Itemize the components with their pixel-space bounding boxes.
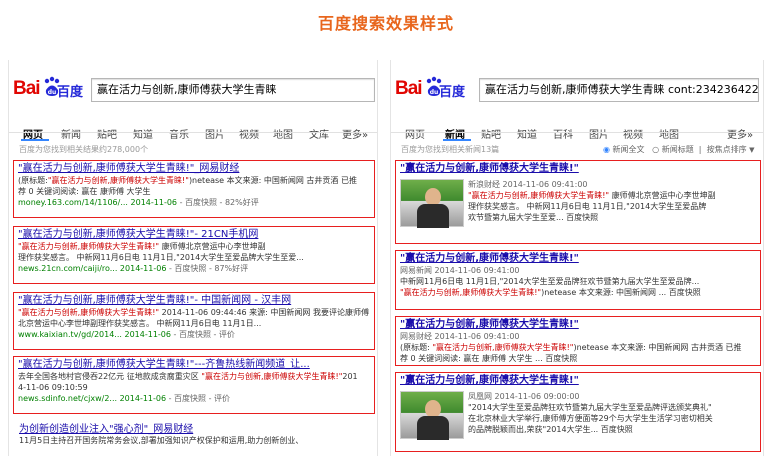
result-abstract-line: 理作获奖感言。 中新网11月6日电 11月1日,"2014大学生至爱品牌 xyxy=(468,202,707,211)
result-title[interactable]: "赢在活力与创新,康师傅获大学生青睐!" xyxy=(400,319,756,331)
news-thumbnail[interactable] xyxy=(400,179,464,228)
baidu-logo[interactable]: Bai du 百度 xyxy=(13,76,91,102)
result-abstract-line: 在北京林业大学举行,康师傅方便面等29个与大学生生活学习密切相关 xyxy=(468,414,713,423)
result-abstract: "2014大学生至爱品牌狂欢节暨第九届大学生至爱品牌评选颁奖典礼" xyxy=(468,403,712,412)
result-abstract: 去年全国各地村官侵吞22亿元 征地款成贪腐重灾区 "赢在活力与创新,康师傅获大学… xyxy=(18,372,358,381)
tab-tieba[interactable]: 贴吧 xyxy=(481,126,501,141)
radio-title-icon[interactable]: ○ xyxy=(652,145,659,154)
search-input[interactable]: 赢在活力与创新,康师傅获大学生青睐 xyxy=(91,78,375,102)
tab-video[interactable]: 视频 xyxy=(623,126,643,141)
tab-tieba[interactable]: 贴吧 xyxy=(97,126,117,141)
radio-full-icon[interactable]: ◉ xyxy=(603,145,610,154)
result-abstract-line: 北京营运中心李世坤副理作获奖感言。 中新网11月6日电 11月1日... xyxy=(18,319,262,328)
news-search-panel: Bai du 百度 赢在活力与创新,康师傅获大学生青睐 cont:2342364… xyxy=(390,60,764,456)
result-abstract-line: "赢在活力与创新,康师傅获大学生青睐!")netease 本文来源: 中国新闻网… xyxy=(400,288,701,297)
news-result-card: "赢在活力与创新,康师傅获大学生青睐!" 网易财经 2014-11-06 09:… xyxy=(395,316,761,366)
result-title[interactable]: "赢在活力与创新,康师傅获大学生青睐!" xyxy=(400,253,756,265)
result-abstract: (原标题: "赢在活力与创新,康师傅获大学生青睐!")netease 本文来源:… xyxy=(400,343,742,352)
tab-images[interactable]: 图片 xyxy=(589,126,609,141)
tab-video[interactable]: 视频 xyxy=(239,126,259,141)
result-abstract-line: 荐 0 关键词阅读: 赢在 康师傅 大学生 ... 百度快照 xyxy=(400,354,578,363)
result-count: 百度为您找到相关结果约278,000个 xyxy=(19,145,149,154)
result-card: "赢在活力与创新,康师傅获大学生青睐!"- 中国新闻网 - 汉丰网 "赢在活力与… xyxy=(13,292,375,350)
logo-text-baidu: 百度 xyxy=(57,84,84,99)
result-url[interactable]: news.sdinfo.net/cjxw/2... 2014-11-06 - 百… xyxy=(18,393,370,404)
search-header: Bai du 百度 赢在活力与创新,康师傅获大学生青睐 xyxy=(9,60,377,122)
result-abstract: "赢在活力与创新,康师傅获大学生青睐!" 康师傅北京营运中心李世坤副 xyxy=(18,242,266,251)
tab-images[interactable]: 图片 xyxy=(205,126,225,141)
tab-more[interactable]: 更多» xyxy=(727,126,753,141)
result-source: 新浪财经 2014-11-06 09:41:00 xyxy=(468,180,588,189)
result-abstract: 11月5日主持召开国务院常务会议,部署加强知识产权保护和运用,助力创新创业、 xyxy=(19,436,304,445)
tab-divider xyxy=(391,132,763,133)
result-source: 网易财经 2014-11-06 09:41:00 xyxy=(400,332,520,341)
result-abstract: "赢在活力与创新,康师傅获大学生青睐!" 康师傅北京营运中心李世坤副 xyxy=(468,191,716,200)
result-title[interactable]: 为创新创造创业注入"强心剂"_网易财经 xyxy=(19,420,375,435)
result-url[interactable]: news.21cn.com/caiji/ro... 2014-11-06 - 百… xyxy=(18,263,370,274)
result-abstract-line: 荐 0 关键词阅读: 赢在 康师傅 大学生 xyxy=(18,187,151,196)
tab-music[interactable]: 音乐 xyxy=(169,126,189,141)
logo-text-baidu: 百度 xyxy=(439,84,466,99)
result-url[interactable]: www.kaixian.tv/gd/2014... 2014-11-06 - 百… xyxy=(18,329,370,340)
tab-map[interactable]: 地图 xyxy=(273,126,293,141)
news-thumbnail[interactable] xyxy=(400,391,464,440)
result-card: "赢在活力与创新,康师傅获大学生青睐!"- 21CN手机网 "赢在活力与创新,康… xyxy=(13,226,375,284)
result-title[interactable]: "赢在活力与创新,康师傅获大学生青睐!"---齐鲁热线新闻频道_让... xyxy=(18,359,370,371)
canvas: 百度搜索效果样式 Bai du 百度 赢在活力与创新,康师傅获大学生青睐 网页 … xyxy=(0,0,772,456)
svg-text:du: du xyxy=(48,89,57,96)
result-abstract: (原标题:"赢在活力与创新,康师傅获大学生青睐!")netease 本文来源: … xyxy=(18,176,357,185)
option-full-text[interactable]: 新闻全文 xyxy=(613,145,645,154)
search-header: Bai du 百度 赢在活力与创新,康师傅获大学生青睐 cont:2342364… xyxy=(391,60,763,122)
result-abstract-line: 理作获奖感言。 中新网11月6日电 11月1日,"2014大学生至爱品牌大学生至… xyxy=(18,253,304,262)
result-card: "赢在活力与创新,康师傅获大学生青睐!"---齐鲁热线新闻频道_让... 去年全… xyxy=(13,356,375,414)
result-abstract-line: 欢节暨第九届大学生至爱... 百度快照 xyxy=(468,213,599,222)
active-tab-indicator xyxy=(21,139,49,141)
result-title[interactable]: "赢在活力与创新,康师傅获大学生青睐!" xyxy=(400,163,579,175)
result-count: 百度为您找到相关新闻13篇 xyxy=(401,145,500,154)
logo-text-bai: Bai xyxy=(13,78,41,99)
result-title[interactable]: "赢在活力与创新,康师傅获大学生青睐!"_网易财经 xyxy=(18,163,370,175)
result-title[interactable]: "赢在活力与创新,康师傅获大学生青睐!"- 中国新闻网 - 汉丰网 xyxy=(18,295,370,307)
tab-zhidao[interactable]: 知道 xyxy=(517,126,537,141)
option-title-only[interactable]: 新闻标题 xyxy=(662,145,694,154)
result-body: 凤凰网 2014-11-06 09:00:00 "2014大学生至爱品牌狂欢节暨… xyxy=(468,391,758,435)
tab-more[interactable]: 更多» xyxy=(342,126,368,141)
tab-wenku[interactable]: 文库 xyxy=(309,126,329,141)
result-abstract-line: 的品牌脱颖而出,荣获"2014大学生... 百度快照 xyxy=(468,425,633,434)
result-abstract: "赢在活力与创新,康师傅获大学生青睐!" 2014-11-06 09:44:46… xyxy=(18,308,369,317)
sort-dropdown[interactable]: 按焦点排序 xyxy=(707,145,747,154)
result-abstract-line: 4-11-06 09:10:59 xyxy=(18,383,88,392)
result-title[interactable]: "赢在活力与创新,康师傅获大学生青睐!"- 21CN手机网 xyxy=(18,229,370,241)
svg-text:du: du xyxy=(430,89,439,96)
tab-map[interactable]: 地图 xyxy=(659,126,679,141)
news-options: ◉ 新闻全文 ○ 新闻标题 | 按焦点排序 ▼ xyxy=(603,145,755,154)
result-abstract: 中新网11月6日电 11月1日,"2014大学生至爱品牌狂欢节暨第九届大学生至爱… xyxy=(400,277,700,286)
result-source: 网易新闻 2014-11-06 09:41:00 xyxy=(400,266,520,275)
active-tab-indicator xyxy=(443,139,471,141)
result-body: 新浪财经 2014-11-06 09:41:00 "赢在活力与创新,康师傅获大学… xyxy=(468,179,758,223)
result-card: "赢在活力与创新,康师傅获大学生青睐!"_网易财经 (原标题:"赢在活力与创新,… xyxy=(13,160,375,218)
result-item: 为创新创造创业注入"强心剂"_网易财经 11月5日主持召开国务院常务会议,部署加… xyxy=(19,420,375,446)
result-source: 凤凰网 2014-11-06 09:00:00 xyxy=(468,392,580,401)
web-search-panel: Bai du 百度 赢在活力与创新,康师傅获大学生青睐 网页 新闻 贴吧 知道 … xyxy=(8,60,378,456)
search-input[interactable]: 赢在活力与创新,康师傅获大学生青睐 cont:2342364221 xyxy=(479,78,759,102)
tab-news[interactable]: 新闻 xyxy=(61,126,81,141)
tab-baike[interactable]: 百科 xyxy=(553,126,573,141)
page-title: 百度搜索效果样式 xyxy=(317,14,454,33)
news-result-card: "赢在活力与创新,康师傅获大学生青睐!" 凤凰网 2014-11-06 09:0… xyxy=(395,372,761,452)
result-title[interactable]: "赢在活力与创新,康师傅获大学生青睐!" xyxy=(400,375,579,387)
news-result-card: "赢在活力与创新,康师傅获大学生青睐!" 新浪财经 2014-11-06 09:… xyxy=(395,160,761,244)
logo-text-bai: Bai xyxy=(395,78,423,99)
tab-zhidao[interactable]: 知道 xyxy=(133,126,153,141)
news-result-card: "赢在活力与创新,康师傅获大学生青睐!" 网易新闻 2014-11-06 09:… xyxy=(395,250,761,310)
baidu-logo[interactable]: Bai du 百度 xyxy=(395,76,473,102)
tab-web[interactable]: 网页 xyxy=(405,126,425,141)
result-url[interactable]: money.163.com/14/1106/... 2014-11-06 - 百… xyxy=(18,197,370,208)
chevron-down-icon: ▼ xyxy=(749,146,755,154)
tab-divider xyxy=(9,132,377,133)
